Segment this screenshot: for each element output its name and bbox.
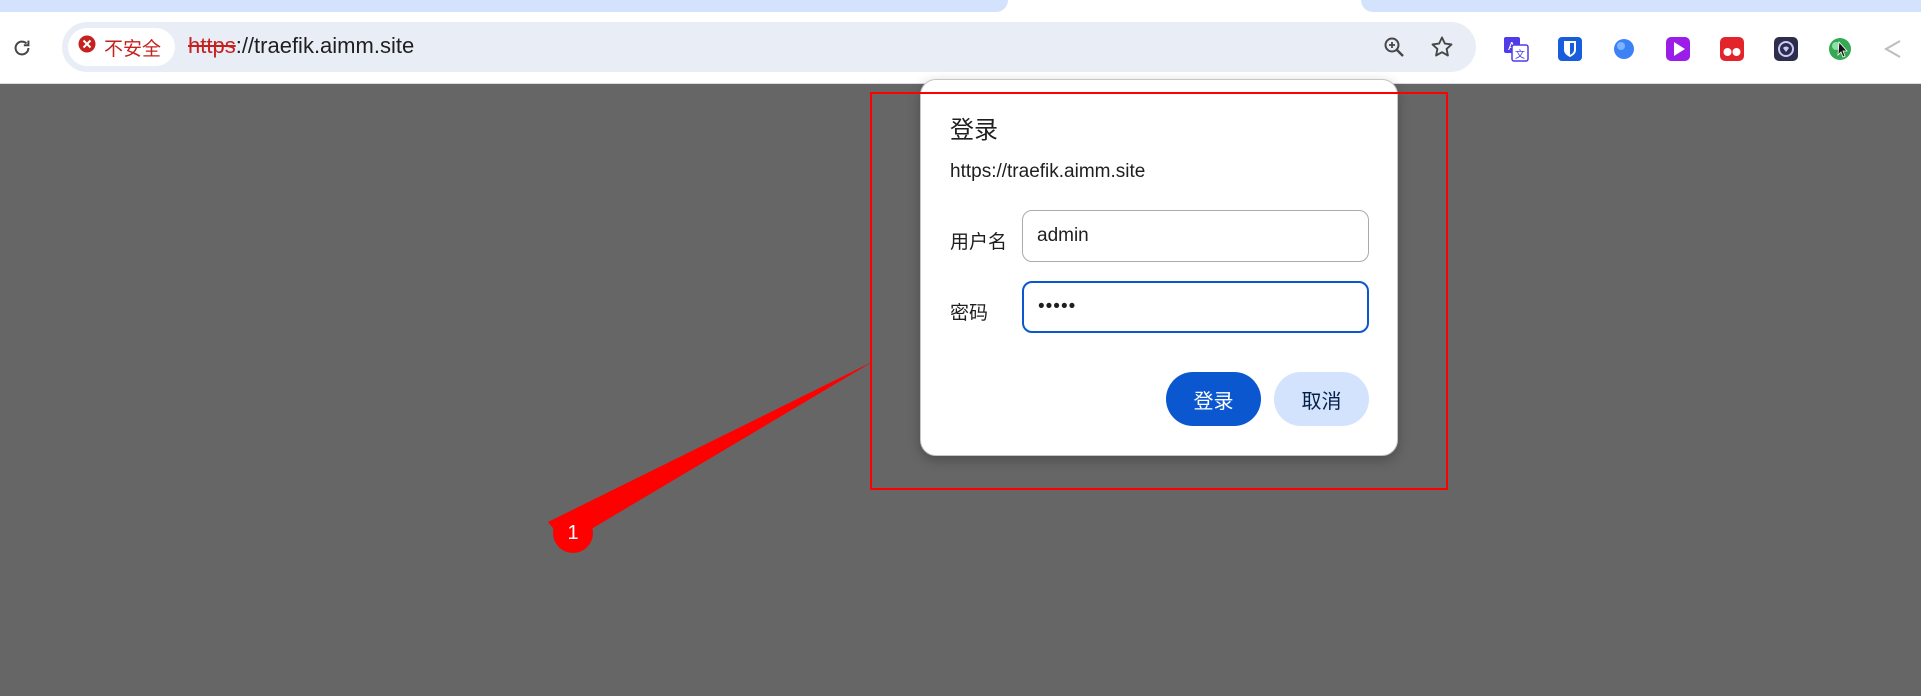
- annotation-badge: 1: [553, 513, 593, 553]
- annotation-arrow-shape: [548, 361, 874, 544]
- annotation-arrow: [548, 361, 874, 544]
